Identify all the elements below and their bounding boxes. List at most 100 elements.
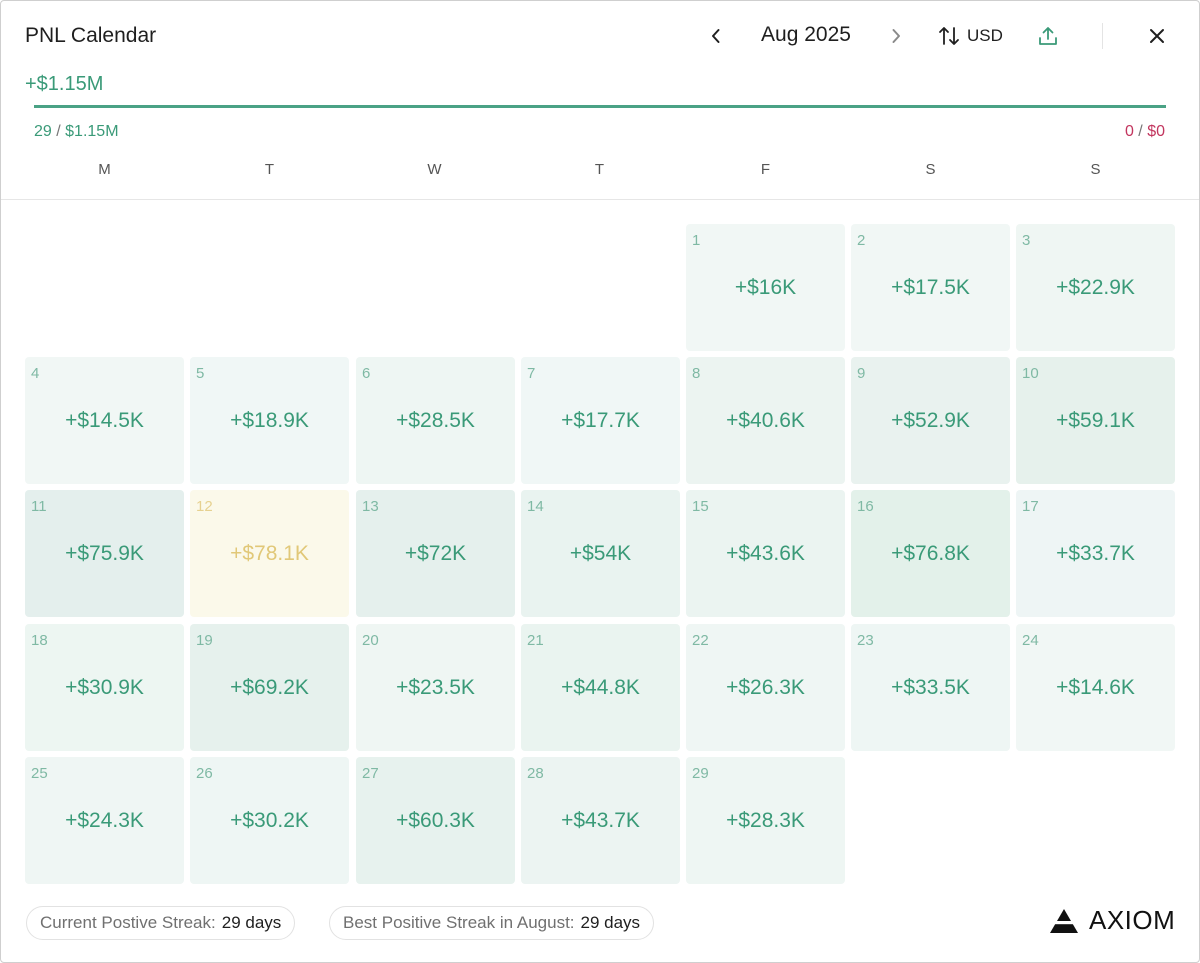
calendar-day-cell[interactable]: 29 +$28.3K [686,757,845,884]
pnl-ratio-bar [34,105,1166,108]
day-number: 26 [196,765,213,782]
day-pnl-value: +$17.5K [891,276,970,299]
prev-month-button[interactable] [701,21,731,51]
day-number: 16 [857,498,874,515]
weekday-label: T [264,161,275,178]
header-divider-line [1,199,1199,200]
calendar-day-cell[interactable]: 23 +$33.5K [851,624,1010,751]
current-streak-label: Current Postive Streak: [40,913,216,932]
currency-label: USD [967,26,1003,45]
currency-toggle-button[interactable]: USD [937,21,1003,51]
day-pnl-value: +$26.3K [726,676,805,699]
day-pnl-value: +$75.9K [65,542,144,565]
calendar-day-cell[interactable]: 15 +$43.6K [686,490,845,617]
day-pnl-value: +$33.5K [891,676,970,699]
calendar-day-cell[interactable]: 8 +$40.6K [686,357,845,484]
calendar-day-cell[interactable]: 6 +$28.5K [356,357,515,484]
day-number: 10 [1022,365,1039,382]
day-number: 11 [31,498,47,515]
calendar-day-cell[interactable]: 12 +$78.1K [190,490,349,617]
calendar-day-cell[interactable]: 21 +$44.8K [521,624,680,751]
day-pnl-value: +$44.8K [561,676,640,699]
weekday-header-row: M T W T F S S [25,161,1175,181]
day-pnl-value: +$60.3K [396,809,475,832]
best-streak-value: 29 days [580,913,641,932]
calendar-day-cell[interactable]: 26 +$30.2K [190,757,349,884]
calendar-grid: 1 +$16K 2 +$17.5K 3 +$22.9K 4 +$14.5K 5 +$18.9K 6 +… [1,1,1199,962]
calendar-day-cell[interactable]: 1 +$16K [686,224,845,351]
weekday-label: F [760,161,771,178]
day-pnl-value: +$43.6K [726,542,805,565]
day-pnl-value: +$40.6K [726,409,805,432]
calendar-day-cell[interactable]: 5 +$18.9K [190,357,349,484]
day-pnl-value: +$28.3K [726,809,805,832]
calendar-day-cell[interactable]: 27 +$60.3K [356,757,515,884]
day-number: 29 [692,765,709,782]
day-number: 23 [857,632,874,649]
summary-separator: / [1138,123,1143,140]
calendar-day-cell[interactable]: 25 +$24.3K [25,757,184,884]
positive-days-total: $1.15M [65,123,119,140]
pnl-ratio-bar-fill [34,105,1166,108]
day-number: 20 [362,632,379,649]
positive-days-summary: 29 / $1.15M [34,123,119,141]
weekday-label: W [427,161,442,178]
day-pnl-value: +$52.9K [891,409,970,432]
share-upload-icon [1039,27,1057,45]
day-pnl-value: +$76.8K [891,542,970,565]
current-streak-badge: Current Postive Streak: 29 days [26,906,296,940]
day-number: 27 [362,765,379,782]
day-number: 6 [362,365,371,382]
day-number: 17 [1022,498,1039,515]
calendar-day-cell[interactable]: 14 +$54K [521,490,680,617]
day-pnl-value: +$59.1K [1056,409,1135,432]
day-pnl-value: +$17.7K [561,409,640,432]
day-number: 14 [527,498,544,515]
weekday-label: M [98,161,111,178]
share-button[interactable] [1033,21,1063,51]
calendar-day-cell[interactable]: 22 +$26.3K [686,624,845,751]
day-pnl-value: +$14.5K [65,409,144,432]
day-number: 7 [527,365,536,382]
day-number: 8 [692,365,701,382]
day-pnl-value: +$78.1K [230,542,309,565]
calendar-day-cell[interactable]: 2 +$17.5K [851,224,1010,351]
next-month-button[interactable] [881,21,911,51]
day-number: 22 [692,632,709,649]
day-number: 24 [1022,632,1039,649]
calendar-day-cell[interactable]: 11 +$75.9K [25,490,184,617]
day-pnl-value: +$54K [569,542,632,565]
close-button[interactable] [1142,21,1172,51]
calendar-day-cell[interactable]: 7 +$17.7K [521,357,680,484]
calendar-day-cell[interactable]: 16 +$76.8K [851,490,1010,617]
day-number: 19 [196,632,213,649]
day-pnl-value: +$14.6K [1056,676,1135,699]
day-number: 5 [196,365,205,382]
calendar-day-cell[interactable]: 3 +$22.9K [1016,224,1175,351]
calendar-day-cell[interactable]: 10 +$59.1K [1016,357,1175,484]
total-pnl: +$1.15M [25,73,104,95]
month-label: Aug 2025 [761,23,851,46]
calendar-day-cell[interactable]: 13 +$72K [356,490,515,617]
day-number: 9 [857,365,866,382]
calendar-day-cell[interactable]: 19 +$69.2K [190,624,349,751]
day-number: 28 [527,765,544,782]
summary-separator: / [56,123,61,140]
day-pnl-value: +$16K [734,276,797,299]
positive-days-count: 29 [34,123,52,140]
calendar-day-cell[interactable]: 4 +$14.5K [25,357,184,484]
calendar-day-cell[interactable]: 24 +$14.6K [1016,624,1175,751]
brand-name: AXIOM [1089,905,1176,935]
calendar-day-cell[interactable]: 28 +$43.7K [521,757,680,884]
day-number: 18 [31,632,48,649]
current-streak-value: 29 days [221,913,282,932]
pnl-calendar-window: PNL Calendar Aug 2025 USD +$1.15M 29 / $… [0,0,1200,963]
calendar-day-cell[interactable]: 17 +$33.7K [1016,490,1175,617]
weekday-label: T [594,161,605,178]
calendar-day-cell[interactable]: 9 +$52.9K [851,357,1010,484]
calendar-day-cell[interactable]: 18 +$30.9K [25,624,184,751]
day-number: 13 [362,498,379,515]
weekday-label: S [1090,161,1101,178]
page-title: PNL Calendar [25,24,157,47]
calendar-day-cell[interactable]: 20 +$23.5K [356,624,515,751]
